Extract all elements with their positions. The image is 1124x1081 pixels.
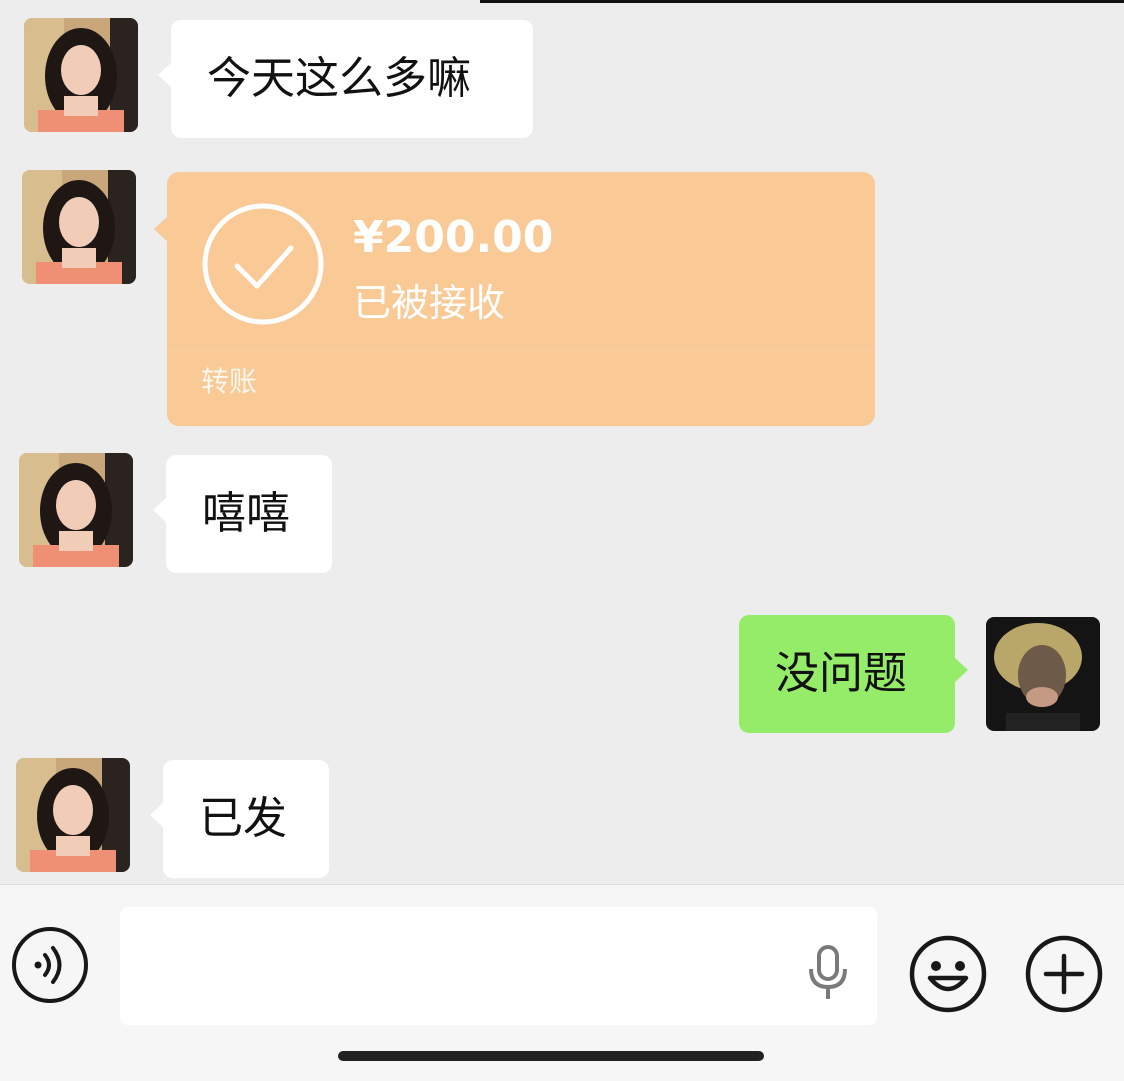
transfer-status: 已被接收 — [353, 281, 506, 325]
contact-avatar[interactable] — [24, 18, 138, 132]
contact-avatar[interactable] — [19, 453, 133, 567]
transfer-label: 转账 — [201, 365, 258, 398]
voice-icon[interactable] — [11, 926, 89, 1004]
contact-avatar[interactable] — [16, 758, 130, 872]
transfer-divider — [167, 350, 875, 351]
emoji-icon[interactable] — [908, 934, 988, 1014]
transfer-card[interactable]: ¥200.00 已被接收 转账 — [154, 172, 875, 426]
message-text: 今天这么多嘛 — [207, 53, 471, 104]
message-text: 嘻嘻 — [202, 488, 290, 539]
input-bar — [0, 884, 1124, 1081]
message-bubble[interactable]: 已发 — [150, 760, 329, 878]
microphone-icon[interactable] — [806, 945, 850, 1001]
plus-icon[interactable] — [1024, 934, 1104, 1014]
message-bubble-outgoing[interactable]: 没问题 — [739, 615, 968, 733]
home-indicator — [338, 1051, 764, 1061]
contact-avatar[interactable] — [22, 170, 136, 284]
message-bubble[interactable]: 嘻嘻 — [153, 455, 332, 573]
message-bubble[interactable]: 今天这么多嘛 — [158, 20, 533, 138]
chat-message-list[interactable]: 今天这么多嘛 ¥200.00 已被接收 转账 嘻嘻 没问题 已发 — [0, 0, 1124, 884]
my-avatar[interactable] — [986, 617, 1100, 731]
transfer-amount: ¥200.00 — [353, 212, 554, 263]
message-input[interactable] — [120, 907, 877, 1025]
message-text: 已发 — [199, 793, 287, 844]
message-text: 没问题 — [775, 648, 907, 699]
checkmark-icon — [201, 202, 325, 326]
